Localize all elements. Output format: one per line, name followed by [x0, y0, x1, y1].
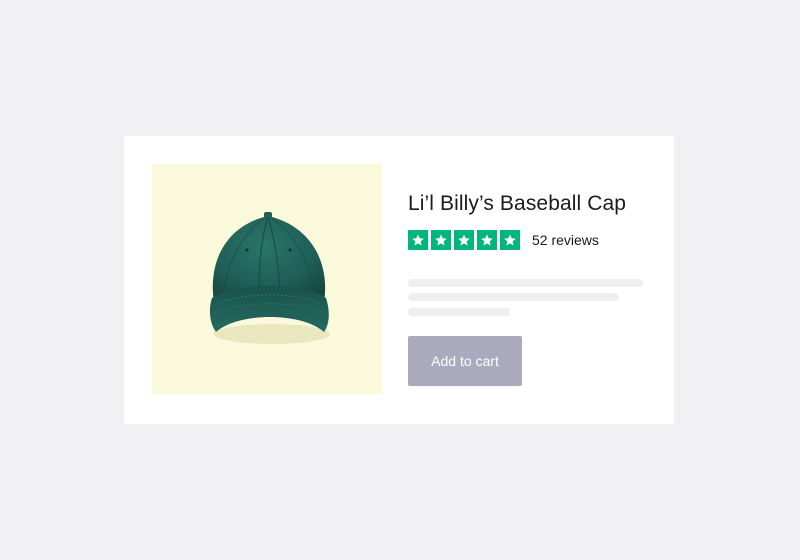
- product-title: Li’l Billy’s Baseball Cap: [408, 192, 627, 215]
- description-placeholder-line: [408, 279, 643, 287]
- rating-row: 52 reviews: [408, 230, 599, 250]
- product-image: [152, 164, 382, 394]
- add-to-cart-button[interactable]: Add to cart: [408, 336, 522, 386]
- page: Li’l Billy’s Baseball Cap 52 reviews Add…: [0, 0, 800, 560]
- star-icon: [500, 230, 520, 250]
- star-icon: [431, 230, 451, 250]
- star-icon: [408, 230, 428, 250]
- description-placeholder-line: [408, 293, 619, 301]
- description-placeholder-line: [408, 308, 510, 316]
- star-rating: [408, 230, 520, 250]
- baseball-cap-image: [209, 212, 330, 344]
- star-icon: [454, 230, 474, 250]
- product-card: Li’l Billy’s Baseball Cap 52 reviews Add…: [124, 136, 674, 424]
- star-icon: [477, 230, 497, 250]
- reviews-count[interactable]: 52 reviews: [532, 232, 599, 248]
